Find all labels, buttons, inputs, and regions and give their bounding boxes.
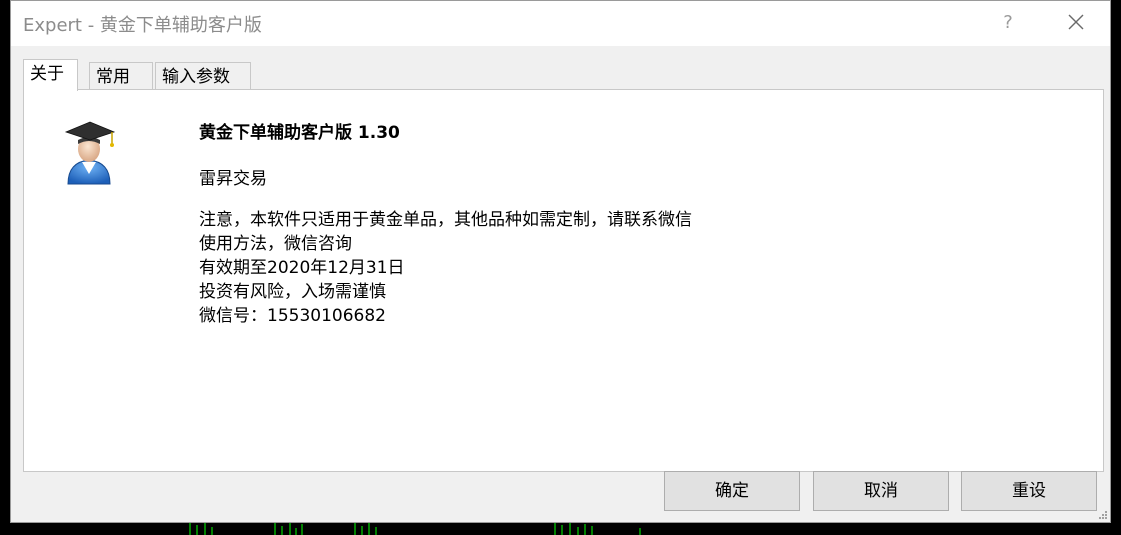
title-bar[interactable]: Expert - 黄金下单辅助客户版 ? [11,1,1110,46]
tab-common[interactable]: 常用 [89,62,153,90]
note-line: 注意，本软件只适用于黄金单品，其他品种如需定制，请联系微信 [199,210,692,230]
background-chart-bars [189,523,641,535]
graduate-user-icon [64,121,116,185]
cancel-button[interactable]: 取消 [813,471,949,511]
tab-input-params[interactable]: 输入参数 [155,62,251,90]
resize-grip-icon[interactable] [1098,510,1108,520]
note-line: 微信号：15530106682 [199,306,386,326]
about-info: 黄金下单辅助客户版 1.30 雷昇交易 注意，本软件只适用于黄金单品，其他品种如… [199,120,692,328]
window-title: Expert - 黄金下单辅助客户版 [23,15,262,36]
reset-button[interactable]: 重设 [961,471,1097,511]
ok-button[interactable]: 确定 [664,471,800,511]
close-button[interactable] [1061,9,1091,37]
note-line: 使用方法，微信咨询 [199,234,352,254]
close-icon [1068,14,1084,30]
author-name: 雷昇交易 [199,169,267,189]
notes-block: 注意，本软件只适用于黄金单品，其他品种如需定制，请联系微信 使用方法，微信咨询 … [199,208,692,328]
tab-about[interactable]: 关于 [23,59,78,91]
note-line: 投资有风险，入场需谨慎 [199,282,386,302]
app-name: 黄金下单辅助客户版 1.30 [199,123,400,143]
note-line: 有效期至2020年12月31日 [199,258,405,278]
expert-dialog: Expert - 黄金下单辅助客户版 ? 关于 常用 输入参数 黄金下单辅助客户… [10,0,1111,523]
about-panel: 黄金下单辅助客户版 1.30 雷昇交易 注意，本软件只适用于黄金单品，其他品种如… [23,89,1104,472]
help-button[interactable]: ? [993,9,1023,37]
